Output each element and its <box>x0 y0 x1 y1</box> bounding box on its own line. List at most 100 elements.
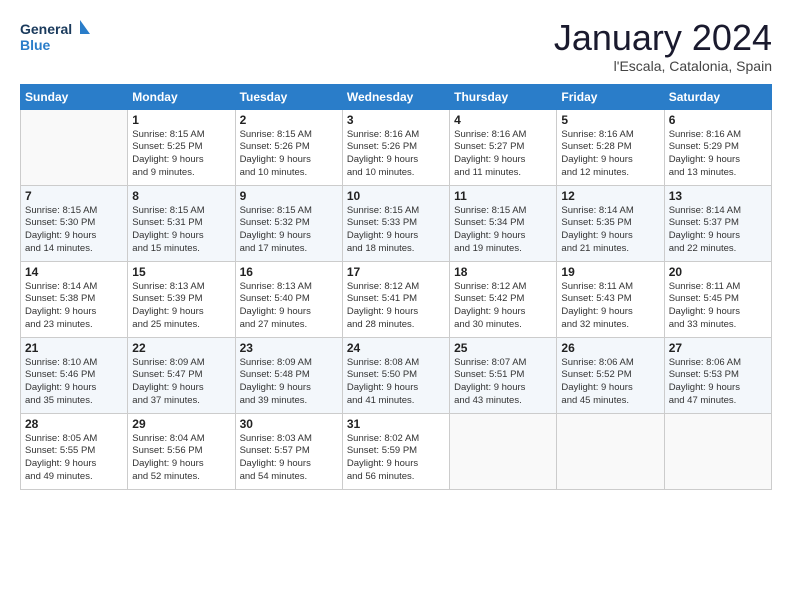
day-cell: 1 Sunrise: 8:15 AM Sunset: 5:25 PM Daylig… <box>128 109 235 185</box>
day-info: Sunrise: 8:15 AM Sunset: 5:33 PM Dayligh… <box>347 205 445 256</box>
day-info: Sunrise: 8:12 AM Sunset: 5:42 PM Dayligh… <box>454 281 552 332</box>
day-number: 9 <box>240 189 338 203</box>
day-number: 31 <box>347 417 445 431</box>
day-info: Sunrise: 8:12 AM Sunset: 5:41 PM Dayligh… <box>347 281 445 332</box>
week-row-2: 7 Sunrise: 8:15 AM Sunset: 5:30 PM Daylig… <box>21 185 772 261</box>
day-number: 25 <box>454 341 552 355</box>
location-subtitle: l'Escala, Catalonia, Spain <box>554 58 772 74</box>
col-header-saturday: Saturday <box>664 84 771 109</box>
day-number: 22 <box>132 341 230 355</box>
day-cell: 15 Sunrise: 8:13 AM Sunset: 5:39 PM Dayli… <box>128 261 235 337</box>
logo-svg: General Blue <box>20 18 90 54</box>
day-info: Sunrise: 8:08 AM Sunset: 5:50 PM Dayligh… <box>347 357 445 408</box>
day-number: 29 <box>132 417 230 431</box>
calendar-page: General Blue January 2024 l'Escala, Cata… <box>0 0 792 612</box>
day-number: 2 <box>240 113 338 127</box>
calendar-table: SundayMondayTuesdayWednesdayThursdayFrid… <box>20 84 772 490</box>
svg-text:General: General <box>20 21 72 37</box>
day-info: Sunrise: 8:07 AM Sunset: 5:51 PM Dayligh… <box>454 357 552 408</box>
day-number: 26 <box>561 341 659 355</box>
day-cell: 27 Sunrise: 8:06 AM Sunset: 5:53 PM Dayli… <box>664 337 771 413</box>
day-number: 3 <box>347 113 445 127</box>
day-info: Sunrise: 8:10 AM Sunset: 5:46 PM Dayligh… <box>25 357 123 408</box>
day-info: Sunrise: 8:14 AM Sunset: 5:37 PM Dayligh… <box>669 205 767 256</box>
day-number: 14 <box>25 265 123 279</box>
day-number: 28 <box>25 417 123 431</box>
day-cell: 17Sunrise: 8:12 AM Sunset: 5:41 PM Dayli… <box>342 261 449 337</box>
day-info: Sunrise: 8:06 AM Sunset: 5:52 PM Dayligh… <box>561 357 659 408</box>
day-cell: 20Sunrise: 8:11 AM Sunset: 5:45 PM Dayli… <box>664 261 771 337</box>
day-number: 13 <box>669 189 767 203</box>
svg-text:Blue: Blue <box>20 37 51 53</box>
day-info: Sunrise: 8:09 AM Sunset: 5:47 PM Dayligh… <box>132 357 230 408</box>
title-area: January 2024 l'Escala, Catalonia, Spain <box>554 18 772 74</box>
day-number: 21 <box>25 341 123 355</box>
day-cell: 10 Sunrise: 8:15 AM Sunset: 5:33 PM Dayli… <box>342 185 449 261</box>
day-number: 11 <box>454 189 552 203</box>
day-info: Sunrise: 8:06 AM Sunset: 5:53 PM Dayligh… <box>669 357 767 408</box>
day-cell: 28Sunrise: 8:05 AM Sunset: 5:55 PM Dayli… <box>21 413 128 489</box>
day-number: 19 <box>561 265 659 279</box>
week-row-3: 14 Sunrise: 8:14 AM Sunset: 5:38 PM Dayli… <box>21 261 772 337</box>
day-number: 10 <box>347 189 445 203</box>
day-info: Sunrise: 8:14 AM Sunset: 5:35 PM Dayligh… <box>561 205 659 256</box>
day-number: 1 <box>132 113 230 127</box>
day-number: 30 <box>240 417 338 431</box>
month-title: January 2024 <box>554 18 772 58</box>
day-number: 16 <box>240 265 338 279</box>
day-info: Sunrise: 8:16 AM Sunset: 5:29 PM Dayligh… <box>669 129 767 180</box>
week-row-1: 1 Sunrise: 8:15 AM Sunset: 5:25 PM Daylig… <box>21 109 772 185</box>
day-number: 27 <box>669 341 767 355</box>
day-cell: 9 Sunrise: 8:15 AM Sunset: 5:32 PM Daylig… <box>235 185 342 261</box>
header: General Blue January 2024 l'Escala, Cata… <box>20 18 772 74</box>
day-number: 5 <box>561 113 659 127</box>
col-header-wednesday: Wednesday <box>342 84 449 109</box>
day-cell: 21 Sunrise: 8:10 AM Sunset: 5:46 PM Dayli… <box>21 337 128 413</box>
day-cell: 12 Sunrise: 8:14 AM Sunset: 5:35 PM Dayli… <box>557 185 664 261</box>
day-cell: 26 Sunrise: 8:06 AM Sunset: 5:52 PM Dayli… <box>557 337 664 413</box>
day-cell: 24 Sunrise: 8:08 AM Sunset: 5:50 PM Dayli… <box>342 337 449 413</box>
week-row-5: 28Sunrise: 8:05 AM Sunset: 5:55 PM Dayli… <box>21 413 772 489</box>
day-info: Sunrise: 8:13 AM Sunset: 5:40 PM Dayligh… <box>240 281 338 332</box>
day-info: Sunrise: 8:15 AM Sunset: 5:26 PM Dayligh… <box>240 129 338 180</box>
day-info: Sunrise: 8:15 AM Sunset: 5:31 PM Dayligh… <box>132 205 230 256</box>
day-number: 7 <box>25 189 123 203</box>
day-number: 15 <box>132 265 230 279</box>
day-info: Sunrise: 8:16 AM Sunset: 5:28 PM Dayligh… <box>561 129 659 180</box>
day-number: 8 <box>132 189 230 203</box>
day-cell: 3Sunrise: 8:16 AM Sunset: 5:26 PM Daylig… <box>342 109 449 185</box>
day-info: Sunrise: 8:15 AM Sunset: 5:25 PM Dayligh… <box>132 129 230 180</box>
day-cell: 8 Sunrise: 8:15 AM Sunset: 5:31 PM Daylig… <box>128 185 235 261</box>
day-info: Sunrise: 8:02 AM Sunset: 5:59 PM Dayligh… <box>347 433 445 484</box>
day-cell: 19 Sunrise: 8:11 AM Sunset: 5:43 PM Dayli… <box>557 261 664 337</box>
day-number: 24 <box>347 341 445 355</box>
day-cell: 31 Sunrise: 8:02 AM Sunset: 5:59 PM Dayli… <box>342 413 449 489</box>
day-cell: 6Sunrise: 8:16 AM Sunset: 5:29 PM Daylig… <box>664 109 771 185</box>
day-info: Sunrise: 8:09 AM Sunset: 5:48 PM Dayligh… <box>240 357 338 408</box>
day-cell: 25 Sunrise: 8:07 AM Sunset: 5:51 PM Dayli… <box>450 337 557 413</box>
day-cell: 18 Sunrise: 8:12 AM Sunset: 5:42 PM Dayli… <box>450 261 557 337</box>
day-cell: 29 Sunrise: 8:04 AM Sunset: 5:56 PM Dayli… <box>128 413 235 489</box>
day-info: Sunrise: 8:15 AM Sunset: 5:32 PM Dayligh… <box>240 205 338 256</box>
day-cell: 22 Sunrise: 8:09 AM Sunset: 5:47 PM Dayli… <box>128 337 235 413</box>
day-info: Sunrise: 8:11 AM Sunset: 5:43 PM Dayligh… <box>561 281 659 332</box>
day-info: Sunrise: 8:14 AM Sunset: 5:38 PM Dayligh… <box>25 281 123 332</box>
week-row-4: 21 Sunrise: 8:10 AM Sunset: 5:46 PM Dayli… <box>21 337 772 413</box>
col-header-tuesday: Tuesday <box>235 84 342 109</box>
day-info: Sunrise: 8:11 AM Sunset: 5:45 PM Dayligh… <box>669 281 767 332</box>
day-info: Sunrise: 8:04 AM Sunset: 5:56 PM Dayligh… <box>132 433 230 484</box>
logo: General Blue <box>20 18 90 54</box>
day-cell <box>557 413 664 489</box>
col-header-monday: Monday <box>128 84 235 109</box>
day-number: 4 <box>454 113 552 127</box>
day-info: Sunrise: 8:03 AM Sunset: 5:57 PM Dayligh… <box>240 433 338 484</box>
day-cell: 30 Sunrise: 8:03 AM Sunset: 5:57 PM Dayli… <box>235 413 342 489</box>
day-cell: 4Sunrise: 8:16 AM Sunset: 5:27 PM Daylig… <box>450 109 557 185</box>
day-info: Sunrise: 8:13 AM Sunset: 5:39 PM Dayligh… <box>132 281 230 332</box>
day-cell: 11Sunrise: 8:15 AM Sunset: 5:34 PM Dayli… <box>450 185 557 261</box>
day-info: Sunrise: 8:15 AM Sunset: 5:30 PM Dayligh… <box>25 205 123 256</box>
day-number: 12 <box>561 189 659 203</box>
day-number: 18 <box>454 265 552 279</box>
col-header-friday: Friday <box>557 84 664 109</box>
header-row: SundayMondayTuesdayWednesdayThursdayFrid… <box>21 84 772 109</box>
